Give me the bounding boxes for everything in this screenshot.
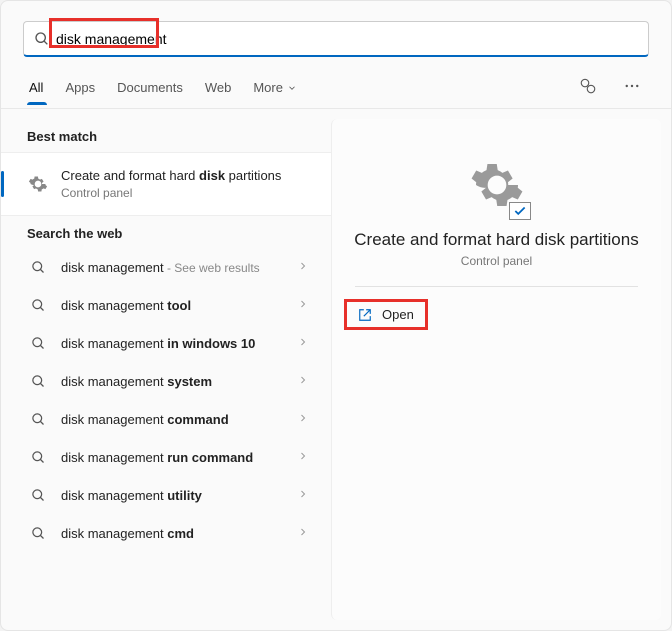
search-icon — [27, 412, 49, 427]
chevron-right-icon — [297, 449, 309, 467]
web-result[interactable]: disk management - See web results — [1, 249, 331, 287]
chevron-right-icon — [297, 525, 309, 543]
web-result-text: disk management - See web results — [61, 259, 297, 277]
search-icon — [27, 260, 49, 275]
search-icon — [27, 336, 49, 351]
search-icon — [27, 488, 49, 503]
search-icon — [27, 526, 49, 541]
web-result[interactable]: disk management cmd — [1, 515, 331, 553]
chevron-right-icon — [297, 487, 309, 505]
tab-apps[interactable]: Apps — [63, 72, 97, 105]
web-result-text: disk management run command — [61, 449, 297, 467]
chevron-right-icon — [297, 373, 309, 391]
search-bar[interactable] — [23, 21, 649, 57]
start-search-window: All Apps Documents Web More Best match C… — [0, 0, 672, 631]
main-area: Best match Create and format hard disk p… — [1, 109, 671, 630]
web-result[interactable]: disk management system — [1, 363, 331, 401]
chevron-right-icon — [297, 335, 309, 353]
web-result[interactable]: disk management command — [1, 401, 331, 439]
open-label: Open — [382, 307, 414, 322]
preview-title: Create and format hard disk partitions — [340, 230, 652, 250]
web-result-text: disk management utility — [61, 487, 297, 505]
chevron-right-icon — [297, 411, 309, 429]
web-result[interactable]: disk management run command — [1, 439, 331, 477]
web-result[interactable]: disk management utility — [1, 477, 331, 515]
results-list: Best match Create and format hard disk p… — [1, 109, 331, 630]
preview-subtitle: Control panel — [461, 254, 532, 268]
tab-documents[interactable]: Documents — [115, 72, 185, 105]
web-result-text: disk management cmd — [61, 525, 297, 543]
chevron-right-icon — [297, 259, 309, 277]
preview-pane: Create and format hard disk partitions C… — [331, 119, 661, 620]
web-result[interactable]: disk management tool — [1, 287, 331, 325]
search-bar-area — [1, 1, 671, 65]
search-web-header: Search the web — [1, 216, 331, 249]
search-input[interactable] — [50, 31, 638, 47]
open-external-icon — [358, 308, 372, 322]
tab-web[interactable]: Web — [203, 72, 234, 105]
web-result-text: disk management in windows 10 — [61, 335, 297, 353]
best-match-header: Best match — [1, 119, 331, 152]
search-icon — [27, 374, 49, 389]
web-result[interactable]: disk management in windows 10 — [1, 325, 331, 363]
gear-icon — [27, 174, 49, 194]
tab-more[interactable]: More — [251, 72, 299, 105]
more-options-icon[interactable] — [619, 69, 645, 108]
tab-more-label: More — [253, 80, 283, 95]
search-across-icon[interactable] — [575, 69, 601, 108]
preview-app-icon — [469, 157, 525, 218]
web-result-text: disk management tool — [61, 297, 297, 315]
web-result-text: disk management command — [61, 411, 297, 429]
web-result-text: disk management system — [61, 373, 297, 391]
chevron-right-icon — [297, 297, 309, 315]
divider — [355, 286, 638, 287]
open-action[interactable]: Open — [346, 301, 426, 328]
search-icon — [27, 450, 49, 465]
checkmark-badge-icon — [509, 202, 531, 220]
chevron-down-icon — [287, 83, 297, 93]
filter-tabs: All Apps Documents Web More — [1, 65, 671, 109]
search-icon — [34, 31, 50, 47]
best-match-text: Create and format hard disk partitions C… — [61, 167, 309, 201]
best-match-result[interactable]: Create and format hard disk partitions C… — [1, 152, 331, 216]
search-icon — [27, 298, 49, 313]
tab-all[interactable]: All — [27, 72, 45, 105]
